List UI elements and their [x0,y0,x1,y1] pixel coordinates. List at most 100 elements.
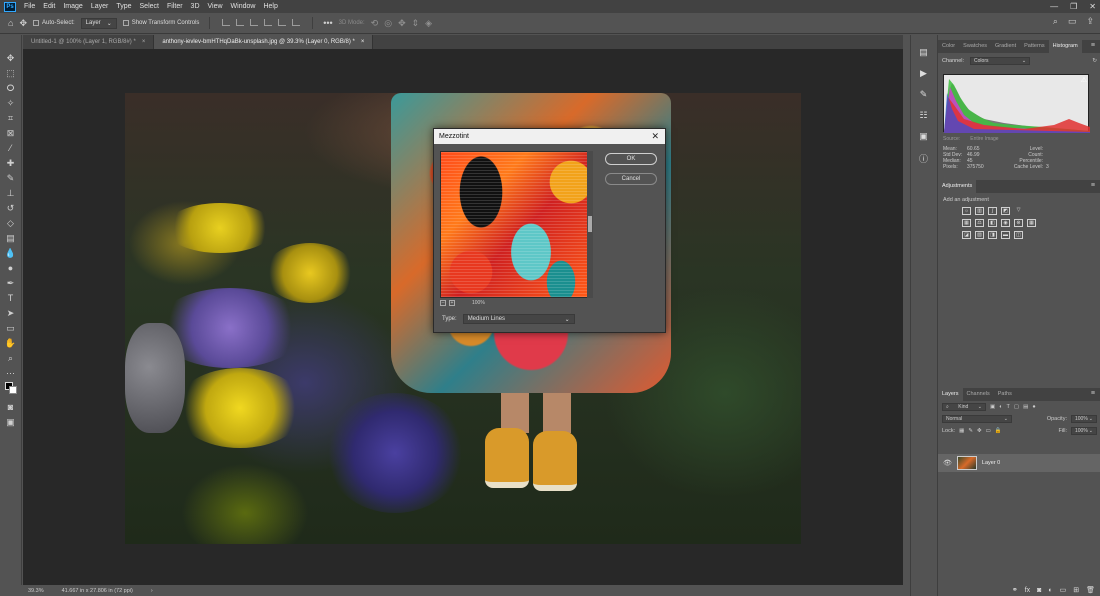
auto-select-dropdown[interactable]: Layer ⌄ [80,17,117,29]
zoom-out-button[interactable]: – [440,300,446,306]
share-icon[interactable]: ⇪ [1086,16,1094,27]
color-swatches[interactable] [3,381,19,399]
3d-slide-icon[interactable]: ⇕ [412,18,420,29]
layer-row[interactable]: 👁 Layer 0 [938,454,1100,472]
ok-button[interactable]: OK [605,153,657,165]
dodge-tool-icon[interactable]: ● [3,261,19,275]
3d-roll-icon[interactable]: ◎ [384,18,392,29]
minimize-icon[interactable]: — [1050,2,1058,11]
tab-patterns[interactable]: Patterns [1020,40,1048,53]
close-tab-icon[interactable]: × [361,39,365,45]
move-tool-icon[interactable]: ✥ [19,18,27,29]
exposure-icon[interactable]: ◩ [1001,207,1010,215]
layer-style-icon[interactable]: fx [1025,587,1030,594]
preview-scrollbar[interactable] [587,151,593,298]
quick-mask-icon[interactable]: ◙ [3,400,19,414]
edit-toolbar-icon[interactable]: ⋯ [3,366,19,380]
hue-saturation-icon[interactable]: ▦ [962,219,971,227]
3d-scale-icon[interactable]: ◈ [425,18,432,29]
3d-orbit-icon[interactable]: ⟲ [371,18,379,29]
menu-view[interactable]: View [204,3,227,10]
link-layers-icon[interactable]: ⚭ [1012,586,1018,594]
path-selection-tool-icon[interactable]: ➤ [3,306,19,320]
lock-transparency-icon[interactable]: ▦ [959,428,964,434]
filter-smart-object-icon[interactable]: ▤ [1023,404,1028,410]
status-arrow-icon[interactable]: › [151,588,153,594]
tab-adjustments[interactable]: Adjustments [938,180,977,193]
new-group-icon[interactable]: ▭ [1060,586,1067,594]
gradient-map-icon[interactable]: ▬ [1001,231,1010,239]
panel-menu-icon[interactable]: ≡ [1091,390,1095,397]
brightness-contrast-icon[interactable]: ☼ [962,207,971,215]
brush-settings-icon[interactable]: ✎ [920,89,928,100]
close-icon[interactable]: ✕ [651,131,659,142]
lock-all-icon[interactable]: 🔒 [995,428,1002,434]
posterize-icon[interactable]: ▨ [975,231,984,239]
tab-layers[interactable]: Layers [938,388,963,401]
search-icon[interactable]: ⌕ [1053,16,1058,27]
lasso-tool-icon[interactable]: ⵔ [3,81,19,95]
clone-stamp-tool-icon[interactable]: ⊥ [3,186,19,200]
libraries-panel-icon[interactable]: ▣ [919,131,928,142]
cancel-button[interactable]: Cancel [605,173,657,185]
pen-tool-icon[interactable]: ✒ [3,276,19,290]
show-transform-checkbox[interactable]: Show Transform Controls [122,20,199,26]
menu-select[interactable]: Select [136,3,163,10]
color-balance-icon[interactable]: ⚖ [975,219,984,227]
history-brush-tool-icon[interactable]: ↺ [3,201,19,215]
filter-shape-icon[interactable]: ▢ [1014,404,1019,410]
menu-file[interactable]: File [20,3,39,10]
lock-artboard-icon[interactable]: ▭ [986,428,991,434]
align-right-icon[interactable] [250,18,259,26]
levels-icon[interactable]: ▥ [975,207,984,215]
crop-tool-icon[interactable]: ⌗ [3,111,19,125]
auto-select-checkbox[interactable]: Auto-Select: [32,20,75,26]
tab-swatches[interactable]: Swatches [959,40,991,53]
tab-histogram[interactable]: Histogram [1048,40,1082,53]
menu-window[interactable]: Window [227,3,260,10]
align-top-icon[interactable] [264,18,273,26]
move-tool-icon[interactable]: ✥ [3,51,19,65]
tab-paths[interactable]: Paths [994,388,1016,401]
align-icons[interactable] [220,18,302,28]
photo-filter-icon[interactable]: ◉ [1001,219,1010,227]
properties-panel-icon[interactable]: ☷ [919,110,927,121]
menu-edit[interactable]: Edit [39,3,59,10]
threshold-icon[interactable]: ◨ [988,231,997,239]
actions-panel-icon[interactable]: ▶ [920,68,927,79]
screen-mode-icon[interactable]: ▣ [3,415,19,429]
tab-color[interactable]: Color [938,40,959,53]
add-mask-icon[interactable]: ◙ [1037,587,1041,594]
refresh-icon[interactable]: ↻ [1092,58,1097,64]
magic-wand-tool-icon[interactable]: ✧ [3,96,19,110]
panel-menu-icon[interactable]: ≡ [1091,182,1095,189]
align-middle-icon[interactable] [278,18,287,26]
more-options-icon[interactable]: ••• [323,18,332,28]
background-color-swatch[interactable] [8,386,17,394]
filter-pixel-icon[interactable]: ▣ [990,404,995,410]
menu-help[interactable]: Help [259,3,281,10]
filter-type-icon[interactable]: T [1007,404,1010,410]
filter-toggle-icon[interactable]: ● [1032,404,1035,410]
menu-layer[interactable]: Layer [87,3,113,10]
menu-type[interactable]: Type [112,3,135,10]
cache-warning-icon[interactable]: ⚠ [1081,76,1087,84]
new-layer-icon[interactable]: ⊞ [1073,586,1079,594]
lock-pixels-icon[interactable]: ✎ [968,428,973,434]
color-lookup-icon[interactable]: ▦ [1027,219,1036,227]
menu-filter[interactable]: Filter [163,3,187,10]
kind-filter-dropdown[interactable]: ⌕ Kind ⌄ [942,403,986,411]
curves-icon[interactable]: ∫ [988,207,997,215]
filter-adjustment-icon[interactable]: ◐ [999,404,1002,410]
invert-icon[interactable]: ◪ [962,231,971,239]
workspace-icon[interactable]: ▭ [1068,16,1077,27]
align-left-icon[interactable] [222,18,231,26]
dialog-title-bar[interactable]: Mezzotint ✕ [434,129,665,144]
tab-untitled-1[interactable]: Untitled-1 @ 100% (Layer 1, RGB/8#) * × [23,35,155,49]
type-tool-icon[interactable]: T [3,291,19,305]
zoom-readout[interactable]: 39.3% [28,588,44,594]
close-window-icon[interactable]: ✕ [1089,2,1096,11]
align-bottom-icon[interactable] [292,18,301,26]
black-white-icon[interactable]: ◧ [988,219,997,227]
menu-3d[interactable]: 3D [187,3,204,10]
